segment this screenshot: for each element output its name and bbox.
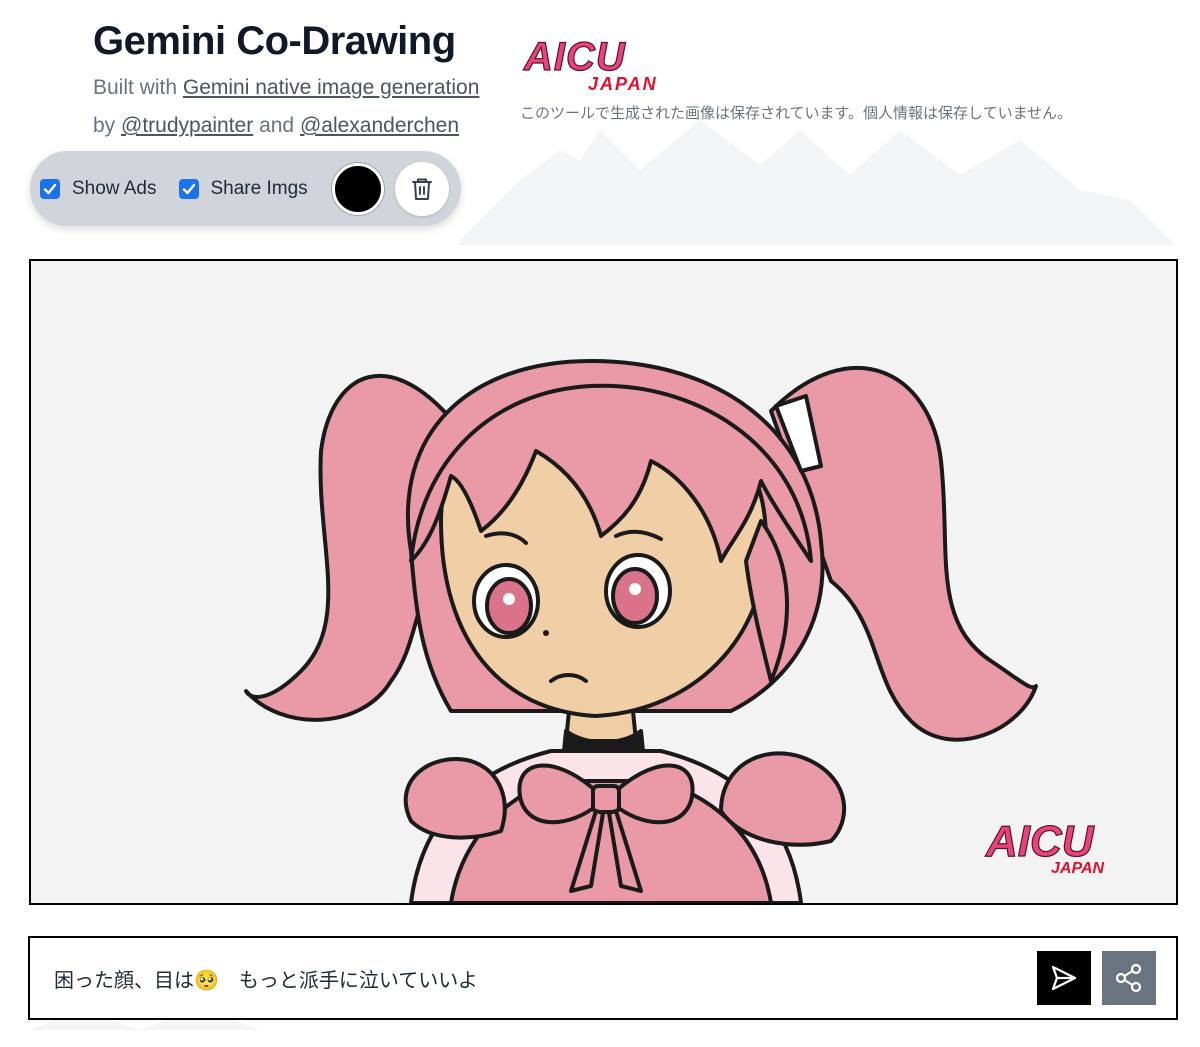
header: Gemini Co-Drawing Built with Gemini nati… [93,18,479,140]
built-with-text: Built with Gemini native image generatio… [93,74,479,102]
svg-text:JAPAN: JAPAN [588,74,658,92]
prompt-form: 困った顔、目は🥺 もっと派手に泣いていいよ [28,936,1178,1020]
svg-text:AICU: AICU [523,36,626,79]
pen-color-picker[interactable] [331,162,384,215]
gemini-link[interactable]: Gemini native image generation [183,76,480,99]
svg-text:AICU: AICU [985,817,1095,866]
by-prefix: by [93,114,122,137]
show-ads-label: Show Ads [72,177,157,199]
checkbox-checked-icon[interactable] [178,178,199,199]
share-imgs-checkbox[interactable]: Share Imgs [178,177,308,200]
and-text: and [253,114,300,137]
show-ads-checkbox[interactable]: Show Ads [40,178,157,200]
built-with-prefix: Built with [93,76,183,99]
trash-icon [411,178,432,200]
share-button[interactable] [1102,951,1156,1005]
prompt-input[interactable]: 困った顔、目は🥺 もっと派手に泣いていいよ [30,964,1037,993]
anime-girl-drawing: AICU JAPAN [31,261,1176,903]
svg-text:JAPAN: JAPAN [1051,860,1104,877]
send-icon [1051,965,1077,991]
checkbox-checked-icon[interactable] [40,178,60,199]
share-imgs-label: Share Imgs [210,177,308,199]
brand-logo-container: AICU JAPAN [520,36,685,92]
author-trudypainter-link[interactable]: @trudypainter [121,114,253,137]
send-button[interactable] [1037,951,1091,1005]
drawing-canvas[interactable]: AICU JAPAN [29,259,1178,905]
author-alexanderchen-link[interactable]: @alexanderchen [300,114,459,137]
aicu-japan-logo: AICU JAPAN [522,36,658,92]
clear-canvas-button[interactable] [394,161,449,216]
privacy-notice: このツールで生成された画像は保存されています。個人情報は保存していません。 [520,105,1073,122]
byline: by @trudypainter and @alexanderchen [93,112,479,140]
toolbar: Show Ads Share Imgs [30,151,461,226]
page-title: Gemini Co-Drawing [93,19,456,63]
share-icon [1115,963,1142,993]
